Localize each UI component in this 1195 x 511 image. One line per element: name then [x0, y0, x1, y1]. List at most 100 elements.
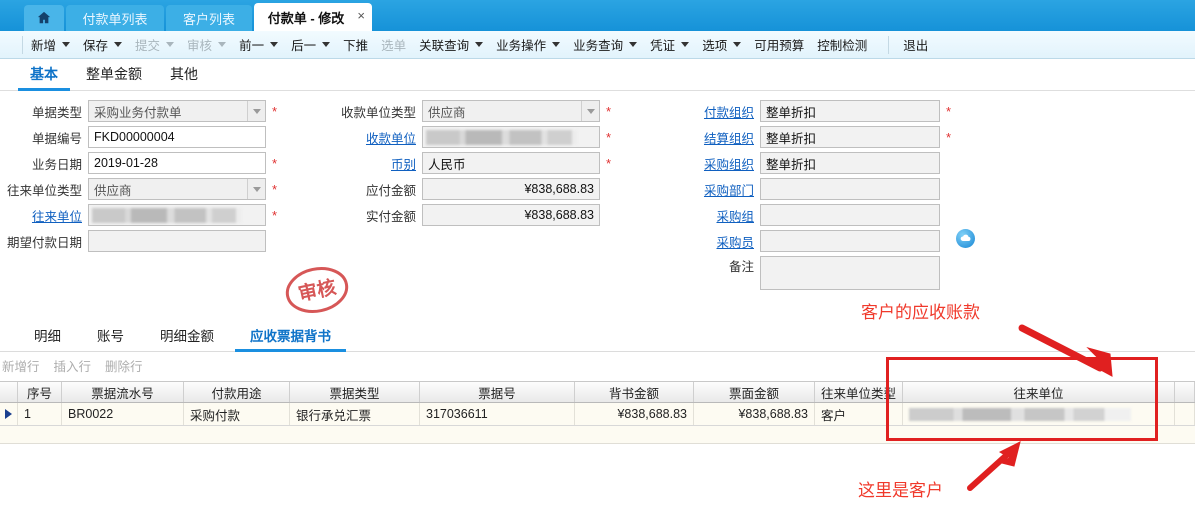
row-selector[interactable]: [0, 403, 18, 425]
grid-header-票据号[interactable]: 票据号: [420, 382, 575, 402]
toolbar-divider: [22, 35, 23, 54]
field-label-purchase-dept[interactable]: 采购部门: [690, 180, 760, 199]
grid-header-往来单位[interactable]: 往来单位: [903, 382, 1175, 402]
grid-header-票面金额[interactable]: 票面金额: [694, 382, 815, 402]
currency-input[interactable]: 人民币: [422, 152, 600, 174]
toolbar-item-label: 提交: [135, 39, 161, 53]
chevron-down-icon[interactable]: [114, 42, 123, 47]
cell-bill-type[interactable]: 银行承兑汇票: [290, 403, 420, 425]
payee-type-select[interactable]: 供应商: [422, 100, 600, 122]
chevron-down-icon[interactable]: [629, 42, 638, 47]
tab-detail-amount[interactable]: 明细金额: [142, 325, 232, 351]
purchase-dept-input[interactable]: [760, 178, 940, 200]
field-label-purchase-org[interactable]: 采购组织: [690, 154, 760, 173]
toolbar-item-label: 凭证: [650, 39, 676, 53]
insert-row-button[interactable]: 插入行: [54, 356, 92, 375]
toolbar-item-9[interactable]: 业务操作: [496, 35, 561, 54]
chevron-down-icon[interactable]: [581, 101, 599, 121]
tab-account[interactable]: 账号: [79, 325, 142, 351]
toolbar-item-label: 前一: [239, 39, 265, 53]
purchase-group-input[interactable]: [760, 204, 940, 226]
chevron-down-icon[interactable]: [218, 42, 227, 47]
paid-amount-input[interactable]: ¥838,688.83: [422, 204, 600, 226]
grid-header-付款用途[interactable]: 付款用途: [184, 382, 290, 402]
chevron-down-icon[interactable]: [247, 101, 265, 121]
tab-other[interactable]: 其他: [156, 64, 212, 90]
chevron-down-icon[interactable]: [733, 42, 742, 47]
field-label-currency[interactable]: 币别: [330, 154, 422, 173]
field-label-payee[interactable]: 收款单位: [330, 128, 422, 147]
toolbar-item-14[interactable]: 控制检测: [817, 35, 867, 54]
cell-seq[interactable]: 1: [18, 403, 62, 425]
chevron-down-icon[interactable]: [62, 42, 71, 47]
chevron-down-icon[interactable]: [166, 42, 175, 47]
grid-header-往来单位类型[interactable]: 往来单位类型: [815, 382, 903, 402]
settle-org-input[interactable]: 整单折扣: [760, 126, 940, 148]
cell-serial[interactable]: BR0022: [62, 403, 184, 425]
purchase-org-input[interactable]: 整单折扣: [760, 152, 940, 174]
pay-org-input[interactable]: 整单折扣: [760, 100, 940, 122]
chevron-down-icon[interactable]: [475, 42, 484, 47]
biz-date-input[interactable]: 2019-01-28: [88, 152, 266, 174]
toolbar-item-4[interactable]: 前一: [239, 35, 279, 54]
chevron-down-icon[interactable]: [247, 179, 265, 199]
chevron-down-icon[interactable]: [552, 42, 561, 47]
party-input[interactable]: [88, 204, 266, 226]
delete-row-button[interactable]: 删除行: [105, 356, 143, 375]
buyer-input[interactable]: [760, 230, 940, 252]
tab-receivable-note-endorsement[interactable]: 应收票据背书: [232, 325, 349, 352]
cloud-icon[interactable]: [956, 229, 975, 248]
field-label-payable-amount: 应付金额: [365, 183, 416, 198]
tab-home[interactable]: [24, 5, 64, 31]
chevron-down-icon[interactable]: [681, 42, 690, 47]
toolbar-item-6[interactable]: 下推: [343, 35, 368, 54]
chevron-down-icon[interactable]: [270, 42, 279, 47]
tab-whole-amount[interactable]: 整单金额: [72, 64, 156, 90]
chevron-down-icon[interactable]: [322, 42, 331, 47]
cell-blank[interactable]: [1175, 403, 1195, 425]
party-type-select[interactable]: 供应商: [88, 178, 266, 200]
toolbar-item-12[interactable]: 选项: [702, 35, 742, 54]
remark-input[interactable]: [760, 256, 940, 290]
grid-header-blank[interactable]: [0, 382, 18, 402]
tab-payment-edit[interactable]: 付款单 - 修改 ×: [254, 4, 372, 31]
cell-bill-no[interactable]: 317036611: [420, 403, 575, 425]
grid-header-序号[interactable]: 序号: [18, 382, 62, 402]
cell-party-type[interactable]: 客户: [815, 403, 903, 425]
grid-header-票据类型[interactable]: 票据类型: [290, 382, 420, 402]
toolbar-item-15[interactable]: 退出: [903, 35, 928, 54]
table-row[interactable]: 1 BR0022 采购付款 银行承兑汇票 317036611 ¥838,688.83 ¥83…: [0, 403, 1195, 426]
grid-header-票据流水号[interactable]: 票据流水号: [62, 382, 184, 402]
tab-customer-list[interactable]: 客户列表: [166, 5, 252, 31]
field-label-buyer[interactable]: 采购员: [690, 232, 760, 251]
close-icon[interactable]: ×: [357, 9, 365, 23]
payable-amount-input[interactable]: ¥838,688.83: [422, 178, 600, 200]
field-label-settle-org[interactable]: 结算组织: [690, 128, 760, 147]
grid-header-背书金额[interactable]: 背书金额: [575, 382, 694, 402]
cell-endorse-amount[interactable]: ¥838,688.83: [575, 403, 694, 425]
field-label-purchase-group[interactable]: 采购组: [690, 206, 760, 225]
toolbar-item-10[interactable]: 业务查询: [573, 35, 638, 54]
toolbar-item-11[interactable]: 凭证: [650, 35, 690, 54]
field-label-party[interactable]: 往来单位: [0, 206, 88, 225]
payee-input[interactable]: [422, 126, 600, 148]
expected-pay-date-input[interactable]: [88, 230, 266, 252]
field-label-pay-org[interactable]: 付款组织: [690, 102, 760, 121]
toolbar-item-label: 业务查询: [573, 39, 624, 53]
toolbar-item-5[interactable]: 后一: [291, 35, 331, 54]
doc-type-select[interactable]: 采购业务付款单: [88, 100, 266, 122]
add-row-button[interactable]: 新增行: [2, 356, 40, 375]
toolbar-item-13[interactable]: 可用预算: [754, 35, 804, 54]
cell-party[interactable]: [903, 403, 1175, 425]
cell-face-amount[interactable]: ¥838,688.83: [694, 403, 815, 425]
toolbar-item-8[interactable]: 关联查询: [419, 35, 484, 54]
cell-purpose[interactable]: 采购付款: [184, 403, 290, 425]
toolbar-item-label: 审核: [187, 39, 213, 53]
toolbar-item-0[interactable]: 新增: [31, 35, 71, 54]
doc-no-input[interactable]: FKD00000004: [88, 126, 266, 148]
grid-header-blank[interactable]: [1175, 382, 1195, 402]
toolbar-item-1[interactable]: 保存: [83, 35, 123, 54]
tab-detail[interactable]: 明细: [16, 325, 79, 351]
tab-basic[interactable]: 基本: [16, 64, 72, 91]
tab-payment-list[interactable]: 付款单列表: [66, 5, 164, 31]
